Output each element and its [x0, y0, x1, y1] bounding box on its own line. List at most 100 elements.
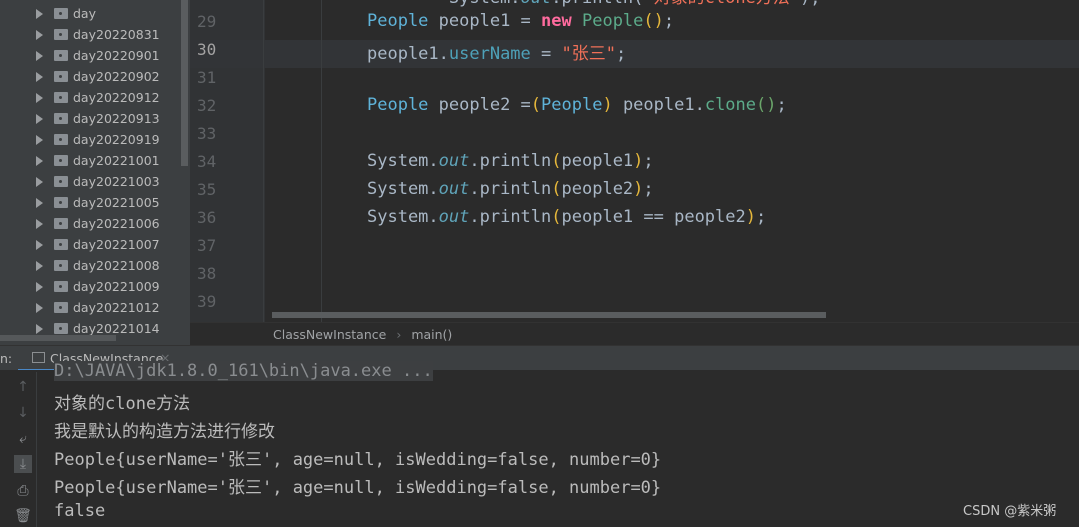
expand-arrow-icon[interactable]: [36, 50, 43, 61]
tree-item[interactable]: day20221008: [36, 255, 160, 276]
tree-item-label: day20221007: [73, 237, 160, 252]
package-folder-icon: [54, 29, 68, 40]
code-token: ;: [615, 44, 627, 64]
expand-arrow-icon[interactable]: [36, 8, 43, 19]
package-folder-icon: [54, 260, 68, 271]
line-number: 30: [197, 40, 217, 59]
line-number: 34: [197, 152, 217, 171]
code-token: System.: [367, 0, 521, 8]
console-line: 对象的clone方法: [54, 394, 191, 414]
code-line[interactable]: System.out.println("对象的clone方法");: [367, 0, 821, 8]
code-line[interactable]: People people2 =(People) people1.clone()…: [367, 95, 787, 115]
line-number: 35: [197, 180, 217, 199]
line-number: 39: [197, 292, 217, 311]
line-number: 28: [197, 0, 216, 3]
code-token: System.: [367, 179, 439, 199]
line-number: 33: [197, 124, 217, 143]
tree-item-label: day20221001: [73, 153, 160, 168]
breadcrumb-method[interactable]: main(): [411, 327, 452, 342]
tree-item-label: day20221008: [73, 258, 160, 273]
code-line[interactable]: people1.userName = "张三";: [367, 39, 626, 64]
code-token: People: [367, 11, 429, 31]
breadcrumb-class[interactable]: ClassNewInstance: [273, 327, 386, 342]
tree-item[interactable]: day20221006: [36, 213, 160, 234]
console-output[interactable]: D:\JAVA\jdk1.8.0_161\bin\java.exe ... 对象的…: [0, 361, 1079, 527]
tree-scrollbar[interactable]: [181, 0, 188, 166]
tree-item[interactable]: day20221003: [36, 171, 160, 192]
expand-arrow-icon[interactable]: [36, 323, 43, 334]
console-line: D:\JAVA\jdk1.8.0_161\bin\java.exe ...: [54, 361, 433, 381]
tree-item-label: day: [73, 6, 96, 21]
watermark: CSDN @紫米粥: [963, 504, 1057, 519]
expand-arrow-icon[interactable]: [36, 155, 43, 166]
code-token: "张三": [561, 44, 616, 64]
code-token: (): [643, 11, 664, 31]
tree-item-label: day20220902: [73, 69, 160, 84]
code-line[interactable]: System.out.println(people2);: [367, 179, 654, 199]
code-token: out: [438, 179, 470, 199]
tree-item-label: day20221005: [73, 195, 160, 210]
console-toolbar: ↑ ↓ ⤶ ⤓ ⎙ 🗑: [10, 372, 37, 527]
scroll-to-end-icon[interactable]: ⤓: [14, 455, 32, 473]
package-folder-icon: [54, 113, 68, 124]
code-token: people1.: [367, 44, 449, 64]
tree-item[interactable]: day20220912: [36, 87, 160, 108]
breadcrumb: ClassNewInstance › main(): [190, 322, 1079, 346]
code-token: People: [581, 11, 644, 31]
package-folder-icon: [54, 218, 68, 229]
code-token: ): [602, 95, 613, 115]
code-token: out: [438, 151, 470, 171]
tree-item-label: day20221012: [73, 300, 160, 315]
code-line[interactable]: System.out.println(people1);: [367, 151, 654, 171]
console-line: People{userName='张三', age=null, isWeddin…: [54, 450, 662, 470]
expand-arrow-icon[interactable]: [36, 71, 43, 82]
code-token: .println(: [551, 0, 643, 8]
print-icon[interactable]: ⎙: [14, 482, 32, 500]
code-token: System.: [367, 151, 439, 171]
tree-item[interactable]: day20220919: [36, 129, 160, 150]
code-line[interactable]: People people1 = new People();: [367, 11, 674, 31]
tree-item[interactable]: day20221005: [36, 192, 160, 213]
expand-arrow-icon[interactable]: [36, 134, 43, 145]
tree-horizontal-scrollbar[interactable]: [0, 335, 116, 341]
tree-item-label: day20221009: [73, 279, 160, 294]
tree-item[interactable]: day20221001: [36, 150, 160, 171]
arrow-up-icon[interactable]: ↑: [14, 378, 32, 396]
expand-arrow-icon[interactable]: [36, 239, 43, 250]
tree-item[interactable]: day20220902: [36, 66, 160, 87]
tree-item[interactable]: day20220901: [36, 45, 160, 66]
tree-item[interactable]: day20221009: [36, 276, 160, 297]
line-number: 37: [197, 236, 217, 255]
code-token: ;: [663, 11, 675, 31]
editor-horizontal-scrollbar[interactable]: [272, 312, 826, 318]
expand-arrow-icon[interactable]: [36, 260, 43, 271]
code-line[interactable]: System.out.println(people1 == people2);: [367, 207, 766, 227]
soft-wrap-icon[interactable]: ⤶: [14, 430, 32, 448]
code-token: );: [800, 0, 820, 8]
arrow-down-icon[interactable]: ↓: [14, 404, 32, 422]
expand-arrow-icon[interactable]: [36, 113, 43, 124]
expand-arrow-icon[interactable]: [36, 92, 43, 103]
code-token: people1: [561, 151, 634, 171]
tree-item[interactable]: day: [36, 3, 96, 24]
tree-item[interactable]: day20220831: [36, 24, 160, 45]
expand-arrow-icon[interactable]: [36, 197, 43, 208]
expand-arrow-icon[interactable]: [36, 218, 43, 229]
tree-item[interactable]: day20220913: [36, 108, 160, 129]
package-folder-icon: [54, 323, 68, 334]
expand-arrow-icon[interactable]: [36, 29, 43, 40]
tree-item[interactable]: day20221012: [36, 297, 160, 318]
package-folder-icon: [54, 197, 68, 208]
console-line: false: [54, 501, 106, 521]
expand-arrow-icon[interactable]: [36, 176, 43, 187]
expand-arrow-icon[interactable]: [36, 281, 43, 292]
package-folder-icon: [54, 281, 68, 292]
code-token: out: [521, 0, 552, 8]
code-token: clone: [704, 95, 757, 115]
expand-arrow-icon[interactable]: [36, 302, 43, 313]
tree-item[interactable]: day20221007: [36, 234, 160, 255]
tree-item-label: day20220913: [73, 111, 160, 126]
code-token: people1 =: [428, 11, 542, 31]
trash-icon[interactable]: 🗑: [14, 507, 32, 525]
